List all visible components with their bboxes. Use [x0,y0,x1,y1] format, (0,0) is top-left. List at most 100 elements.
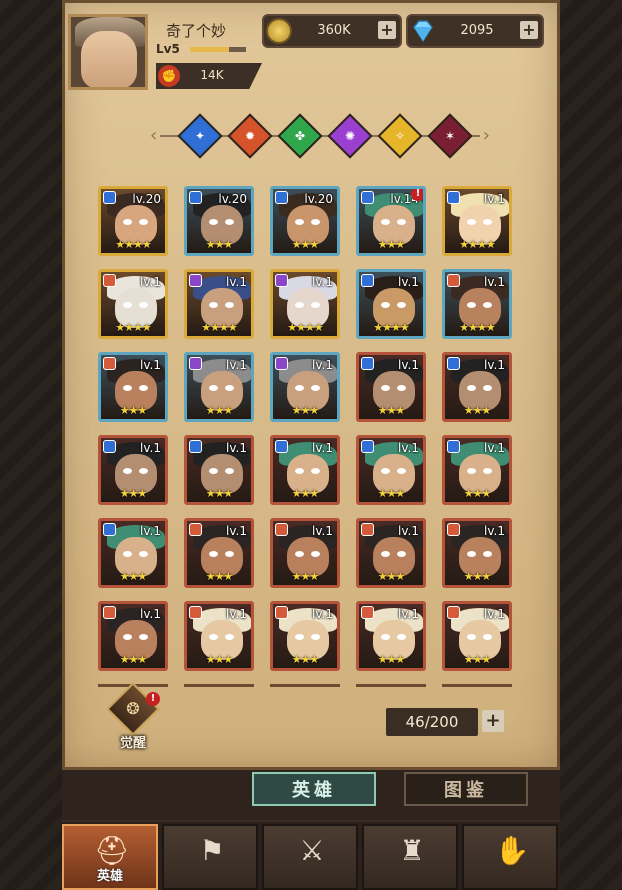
tab-codex[interactable]: 图鉴 [404,772,528,806]
hero-card[interactable]: lv.1 ★★★ [184,435,254,505]
light-faction-icon[interactable]: ✧ [377,113,423,159]
capacity-value: 46/200 [386,708,478,736]
hero-card[interactable]: lv.1 ★★★★ [184,269,254,339]
hero-card[interactable]: lv.1 ★★★ [356,352,426,422]
hero-eye [225,219,234,225]
faction-badge-icon [189,606,202,619]
faction-badge-icon [447,191,460,204]
hero-card[interactable]: lv.1 ★★★★ [356,269,426,339]
faction-badge-icon [275,357,288,370]
nav-item-2[interactable]: ⚑ [162,824,258,890]
player-level: Lv5 [156,42,180,56]
gem-counter: 2095 + [406,14,544,48]
hero-level: lv.20 [218,192,247,206]
faction-badge-icon [103,523,116,536]
faction-badge-icon [189,357,202,370]
nav-item-4[interactable]: ♜ [362,824,458,890]
faction-badge-icon [361,191,374,204]
red-faction-icon[interactable]: ✹ [227,113,273,159]
hero-card[interactable]: lv.1 ★★★ [442,435,512,505]
hero-card[interactable]: lv.1 ★★★ [184,518,254,588]
hero-eye [381,385,390,391]
hero-card[interactable]: lv.1 ★★★ [442,352,512,422]
hero-card[interactable]: lv.1 ★★★ [98,352,168,422]
hero-stars: ★★★ [463,487,492,500]
hero-card[interactable]: lv.1 ★★★ [356,518,426,588]
nav-item-1[interactable]: ⛑ 英雄 [62,824,158,890]
dark-faction-icon[interactable]: ✶ [427,113,473,159]
add-gems-button[interactable]: + [520,21,538,39]
hero-card[interactable]: lv.1 ★★★ [356,435,426,505]
hero-card[interactable]: lv.1 ★★★ [98,601,168,671]
hero-card[interactable]: lv.20 ★★★★ [98,186,168,256]
hero-level: lv.1 [312,441,333,455]
hero-card[interactable]: lv.20 ★★★ [184,186,254,256]
add-gold-button[interactable]: + [378,21,396,39]
hero-card[interactable]: lv.1 ★★★ [270,601,340,671]
awaken-alert-badge: ! [146,692,160,706]
green-faction-icon[interactable]: ✤ [277,113,323,159]
tab-heroes[interactable]: 英雄 [252,772,376,806]
hero-eye [397,219,406,225]
hero-card[interactable]: lv.1 ★★★★ [98,269,168,339]
hero-stars: ★★★ [291,238,320,251]
hero-card[interactable]: lv.20 ★★★ [270,186,340,256]
hero-eye [381,468,390,474]
hero-card[interactable]: lv.1 ★★★ [270,352,340,422]
purple-faction-icon[interactable]: ✺ [327,113,373,159]
awaken-button[interactable]: ❂ ! 觉醒 [104,682,162,751]
hero-card[interactable]: lv.1 ★★★ [356,601,426,671]
hero-eye [467,219,476,225]
hero-eye [397,468,406,474]
hero-card[interactable]: lv.1 ★★★ [270,518,340,588]
hero-eye [225,385,234,391]
hero-card[interactable]: lv.1 ★★★★ [442,269,512,339]
xp-bar-fill [190,47,230,52]
hero-eye [397,551,406,557]
faction-badge-icon [447,523,460,536]
nav-item-5[interactable]: ✋ [462,824,558,890]
hero-card[interactable]: lv.14 ★★★! [356,186,426,256]
avatar-face [81,31,137,87]
nav-item-3[interactable]: ⚔ [262,824,358,890]
hero-eye [295,634,304,640]
hero-card[interactable]: lv.1 ★★★ [184,352,254,422]
player-avatar[interactable] [68,14,148,90]
awaken-icon: ❂ [106,682,160,736]
hero-eye [397,302,406,308]
hero-card[interactable]: lv.1 ★★★★ [270,269,340,339]
hero-eye [139,385,148,391]
hero-stars: ★★★★ [115,238,151,251]
hero-eye [397,385,406,391]
faction-badge-icon [361,440,374,453]
hero-eye [139,302,148,308]
faction-badge-icon [103,606,116,619]
hero-eye [483,468,492,474]
hero-card[interactable]: lv.1 ★★★ [98,518,168,588]
hero-stars: ★★★ [291,653,320,666]
left-border [0,0,62,890]
hero-stars: ★★★ [291,404,320,417]
hero-stars: ★★★★ [459,238,495,251]
gold-value: 360K [317,23,351,38]
power-display: ✊ 14K [156,63,262,89]
hero-card[interactable]: lv.1 ★★★ [442,601,512,671]
hero-card[interactable]: lv.1 ★★★ [98,435,168,505]
hero-eye [139,634,148,640]
hero-card[interactable]: lv.1 ★★★★ [442,186,512,256]
hero-stars: ★★★ [377,487,406,500]
expand-capacity-button[interactable]: + [482,710,504,732]
blue-faction-icon[interactable]: ✦ [177,113,223,159]
hero-eye [483,219,492,225]
hero-eye [225,302,234,308]
hero-card[interactable]: lv.1 ★★★ [442,518,512,588]
card-row-edge [356,684,426,693]
hero-level: lv.1 [484,192,505,206]
hero-card[interactable]: lv.1 ★★★ [270,435,340,505]
hero-stars: ★★★ [119,404,148,417]
hero-eye [467,302,476,308]
hero-eye [311,219,320,225]
crossed-swords-icon: ⚔ [299,834,325,867]
hero-level: lv.1 [484,607,505,621]
hero-card[interactable]: lv.1 ★★★ [184,601,254,671]
